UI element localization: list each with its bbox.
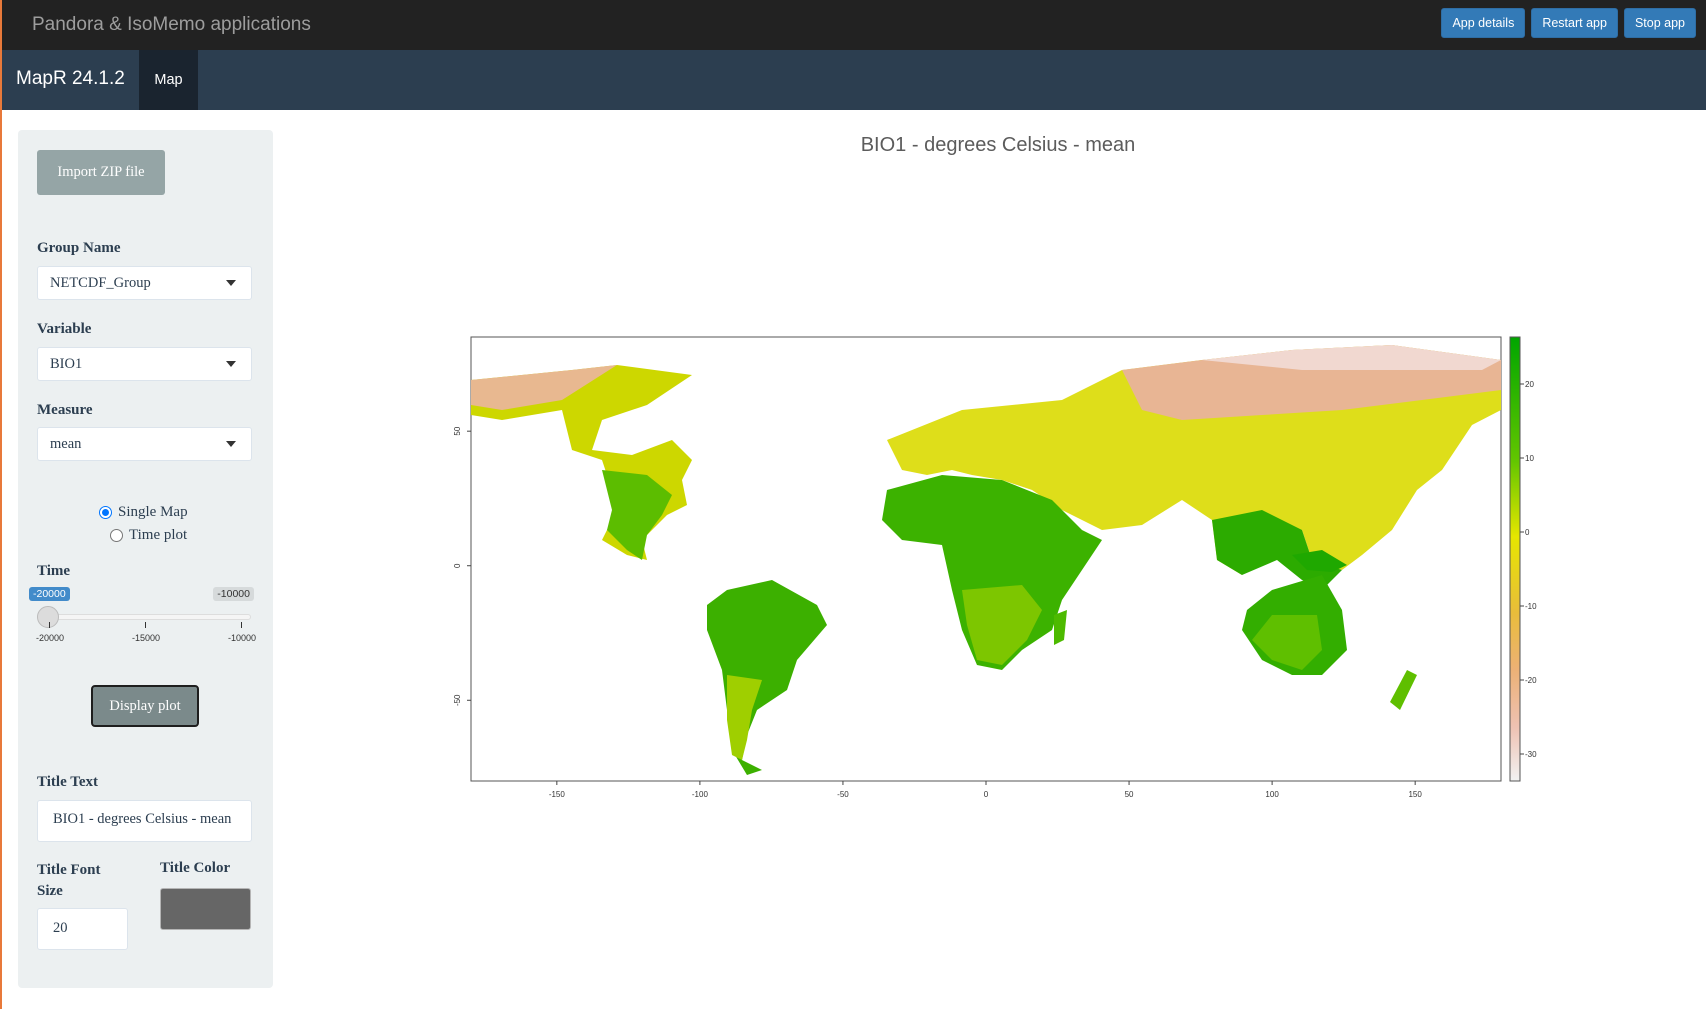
app-header: Pandora & IsoMemo applications App detai… — [2, 0, 1706, 50]
color-legend-bar — [1509, 336, 1521, 782]
radio-button[interactable] — [110, 529, 123, 542]
radio-time-plot-label: Time plot — [129, 527, 188, 543]
slider-to-badge: -10000 — [213, 587, 254, 601]
slider-tick-label: -20000 — [36, 633, 65, 643]
slider-from-badge: -20000 — [29, 587, 70, 601]
legend-tick-label: 20 — [1525, 380, 1534, 389]
navbar-brand[interactable]: MapR 24.1.2 — [16, 68, 125, 90]
time-slider-track[interactable] — [49, 614, 251, 620]
chevron-down-icon — [226, 280, 236, 286]
app-title: Pandora & IsoMemo applications — [32, 14, 311, 35]
x-axis-tick-label: -150 — [549, 790, 566, 799]
time-label: Time — [37, 563, 71, 579]
radio-button-checked[interactable] — [99, 506, 112, 519]
world-temperature-map: -150 -100 -50 0 50 100 150-5005020100-10-20-30 — [453, 336, 1537, 799]
import-zip-button[interactable]: Import ZIP file — [37, 150, 165, 195]
restart-app-button[interactable]: Restart app — [1531, 8, 1618, 38]
radio-single-map-label: Single Map — [118, 504, 188, 520]
slider-tick-label: -10000 — [228, 633, 257, 643]
chevron-down-icon — [226, 441, 236, 447]
slider-tick — [49, 622, 50, 628]
y-axis-tick-label: 0 — [453, 563, 462, 568]
legend-tick-label: -10 — [1525, 602, 1537, 611]
x-axis-tick-label: -100 — [692, 790, 709, 799]
y-axis-tick-label: 50 — [453, 426, 462, 435]
slider-tick-label: -15000 — [132, 633, 161, 643]
x-axis-tick-label: 150 — [1408, 790, 1422, 799]
slider-tick — [241, 622, 242, 628]
app-details-button[interactable]: App details — [1441, 8, 1526, 38]
title-color-label: Title Color — [160, 860, 231, 876]
title-color-picker[interactable] — [160, 888, 251, 930]
display-plot-button[interactable]: Display plot — [91, 685, 199, 727]
legend-tick-label: 0 — [1525, 528, 1530, 537]
x-axis-tick-label: 0 — [984, 790, 989, 799]
radio-time-plot[interactable]: Time plot — [110, 527, 187, 544]
y-axis-tick-label: -50 — [453, 694, 462, 706]
measure-value: mean — [50, 436, 82, 452]
title-font-size-label: Title Font Size — [37, 862, 101, 899]
radio-single-map[interactable]: Single Map — [99, 504, 188, 521]
plot-title: BIO1 - degrees Celsius - mean — [860, 134, 1136, 156]
title-font-size-input[interactable]: 20 — [37, 908, 128, 950]
measure-select[interactable]: mean — [37, 427, 252, 461]
legend-tick-label: 10 — [1525, 454, 1534, 463]
variable-value: BIO1 — [50, 356, 83, 372]
title-text-label: Title Text — [37, 774, 98, 790]
chevron-down-icon — [226, 361, 236, 367]
variable-select[interactable]: BIO1 — [37, 347, 252, 381]
sidebar-panel: Import ZIP file Group Name NETCDF_Group … — [18, 130, 273, 988]
stop-app-button[interactable]: Stop app — [1623, 8, 1696, 38]
group-name-select[interactable]: NETCDF_Group — [37, 266, 252, 300]
title-text-input[interactable]: BIO1 - degrees Celsius - mean — [37, 800, 252, 842]
navbar: MapR 24.1.2 Map — [2, 50, 1706, 110]
x-axis-tick-label: 50 — [1125, 790, 1134, 799]
measure-label: Measure — [37, 402, 93, 418]
x-axis-tick-label: -50 — [837, 790, 849, 799]
tab-map[interactable]: Map — [139, 50, 198, 110]
slider-tick — [145, 622, 146, 628]
variable-label: Variable — [37, 321, 92, 337]
legend-tick-label: -20 — [1525, 676, 1537, 685]
legend-tick-label: -30 — [1525, 750, 1537, 759]
group-name-label: Group Name — [37, 240, 121, 256]
time-slider-handle[interactable] — [37, 606, 59, 628]
app-controls: App details Restart app Stop app — [1441, 8, 1696, 38]
x-axis-tick-label: 100 — [1265, 790, 1279, 799]
group-name-value: NETCDF_Group — [50, 275, 151, 291]
